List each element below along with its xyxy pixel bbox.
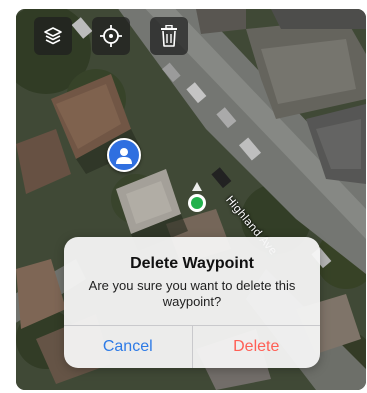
- trash-icon: [161, 25, 177, 47]
- crosshair-icon: [100, 25, 122, 47]
- person-icon: [116, 148, 132, 164]
- delete-waypoint-button[interactable]: [150, 17, 188, 55]
- delete-button[interactable]: Delete: [193, 326, 321, 368]
- locate-button[interactable]: [92, 17, 130, 55]
- map-view[interactable]: Highland Ave Delete Waypoint Are you sur…: [16, 9, 366, 390]
- delete-waypoint-dialog: Delete Waypoint Are you sure you want to…: [64, 237, 320, 368]
- dialog-message: Are you sure you want to delete this way…: [88, 278, 296, 309]
- dialog-actions: Cancel Delete: [64, 325, 320, 368]
- user-avatar-pin[interactable]: [107, 138, 141, 172]
- layers-button[interactable]: [34, 17, 72, 55]
- dialog-title: Delete Waypoint: [130, 255, 254, 272]
- layers-icon: [44, 27, 62, 45]
- waypoint-marker[interactable]: [186, 181, 208, 215]
- cancel-button[interactable]: Cancel: [64, 326, 193, 368]
